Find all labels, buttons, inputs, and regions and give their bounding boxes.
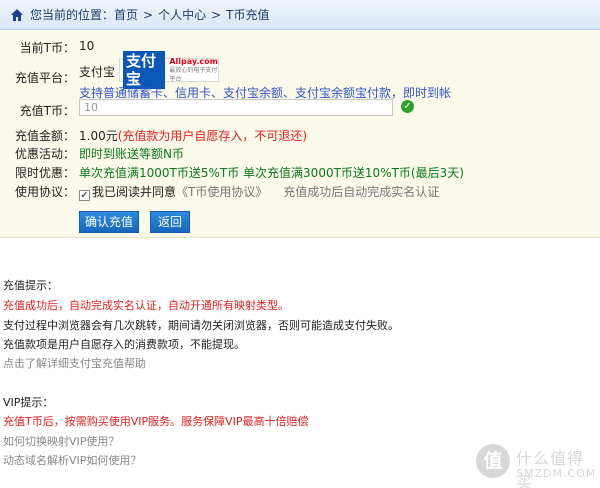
promo-label: 优惠活动：: [14, 147, 75, 161]
check-ok-icon: ✓: [401, 100, 414, 113]
limited-value: 单次充值满1000T币送5%T币 单次充值满3000T币送10%T币(最后3天): [79, 166, 464, 180]
back-button[interactable]: 返回: [150, 211, 190, 233]
agreement-value: ✓ 我已阅读并同意《T币使用协议》 充值成功后自动完成实名认证: [79, 183, 439, 201]
breadcrumb-user-center[interactable]: 个人中心: [158, 6, 206, 23]
vip-switch-link[interactable]: 如何切换映射VIP使用？: [3, 433, 119, 449]
agreement-link[interactable]: 《T币使用协议》: [176, 185, 267, 199]
platform-row: 充值平台： 支付宝 支付宝 Alipay.com 最放心的电子支付平台 支持普通…: [0, 51, 600, 102]
breadcrumb-home[interactable]: 首页: [114, 6, 138, 23]
promo-value: 即时到账送等额N币: [79, 147, 184, 161]
breadcrumb-current: T币充值: [226, 8, 270, 22]
alipay-logo-text: Alipay.com 最放心的电子支付平台: [169, 56, 218, 83]
watermark-domain: SMZDM.COM: [516, 467, 597, 480]
recharge-tip-3: 充值款项是用户自愿存入的消费款项，不能提现。: [3, 338, 245, 351]
confirm-recharge-button[interactable]: 确认充值: [79, 211, 139, 233]
money-note: (充值款为用户自愿存入，不可退还): [117, 129, 308, 143]
money-label: 充值金额：: [14, 129, 75, 143]
amount-label: 充值T币：: [19, 104, 75, 118]
agreement-note: 充值成功后自动完成实名认证: [283, 185, 440, 199]
balance-value: 10: [79, 39, 95, 53]
agreement-label: 使用协议：: [14, 185, 75, 199]
money-value-group: 1.00元(充值款为用户自愿存入，不可退还): [79, 127, 307, 144]
alipay-logo[interactable]: 支付宝 Alipay.com 最放心的电子支付平台: [119, 51, 219, 89]
platform-name: 支付宝: [79, 65, 116, 79]
vip-tip-1: 充值T币后，按需购买使用VIP服务。服务保障VIP最高十倍赔偿: [3, 415, 309, 428]
platform-label: 充值平台：: [14, 71, 75, 85]
breadcrumb-prefix: 您当前的位置：: [30, 8, 115, 22]
recharge-tip-1: 充值成功后，自动完成实名认证，自动开通所有映射类型。: [3, 299, 289, 312]
breadcrumb-separator: >: [143, 7, 154, 22]
breadcrumb-separator: >: [211, 7, 222, 22]
limited-label: 限时优惠：: [14, 166, 75, 180]
agreement-text: 我已阅读并同意: [92, 185, 177, 199]
amount-input[interactable]: [79, 99, 393, 116]
vip-ddns-link[interactable]: 动态域名解析VIP如何使用？: [3, 452, 141, 468]
recharge-tips-title: 充值提示：: [3, 279, 58, 292]
agreement-checkbox[interactable]: ✓: [79, 190, 90, 201]
money-value: 1.00元: [79, 129, 118, 143]
recharge-tip-2: 支付过程中浏览器会有几次跳转，期间请勿关闭浏览器，否则可能造成支付失败。: [3, 319, 399, 332]
balance-label: 当前T币：: [19, 41, 75, 55]
recharge-help-link[interactable]: 点击了解详细支付宝充值帮助: [3, 355, 146, 371]
watermark-logo: 值: [476, 444, 510, 478]
breadcrumb: 您当前的位置： 首页 > 个人中心 > T币充值: [0, 0, 600, 30]
watermark: 值 什么值得买 SMZDM.COM: [470, 440, 600, 488]
platform-value: 支付宝 支付宝 Alipay.com 最放心的电子支付平台 支持普通储蓄卡、信用…: [79, 51, 599, 102]
recharge-form: 当前T币： 10 充值平台： 支付宝 支付宝 Alipay.com 最放心的电子…: [0, 31, 600, 238]
vip-tips-title: VIP提示：: [3, 396, 54, 409]
home-icon: [11, 8, 23, 21]
